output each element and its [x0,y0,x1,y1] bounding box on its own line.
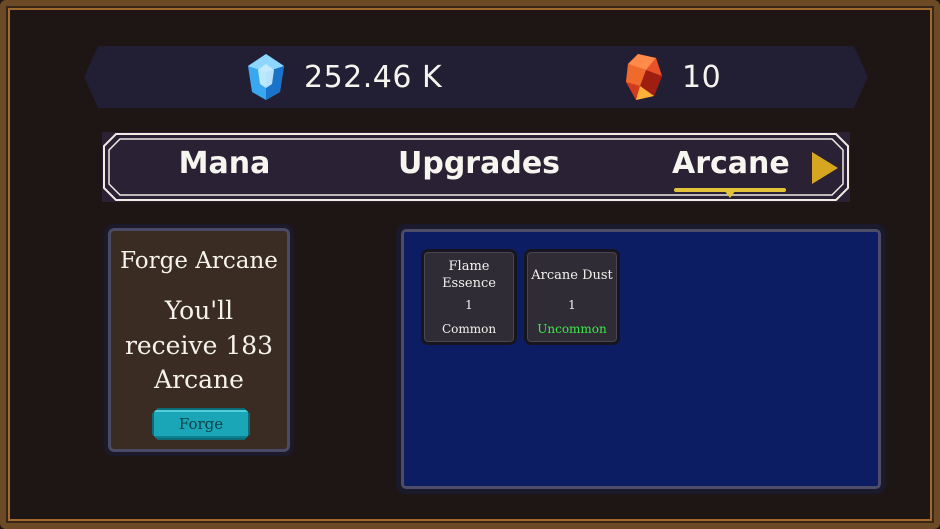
blue-crystal-icon [246,52,286,102]
next-tab-arrow-icon[interactable] [810,150,840,186]
forge-reward-line-2: receive 183 [124,331,274,360]
arcane-amount: 10 [682,59,722,95]
item-quantity: 1 [465,298,473,312]
item-card-arcane-dust[interactable]: Arcane Dust 1 Uncommon [524,249,620,345]
forge-button[interactable]: Forge [152,408,250,440]
mana-currency: 252.46 K [246,46,442,108]
red-gem-icon [624,52,664,102]
item-name: Arcane Dust [531,268,613,283]
forge-title: Forge Arcane [120,248,278,274]
inventory-panel: Flame Essence 1 Common Arcane Dust 1 Unc… [396,224,886,494]
arcane-currency: 10 [624,46,721,108]
forge-reward-line-3: Arcane [154,365,244,394]
item-rarity: Common [441,322,497,336]
forge-panel: Forge Arcane You'll receive 183 Arcane F… [104,224,294,456]
tab-mana[interactable]: Mana [172,146,277,186]
item-quantity: 1 [568,298,576,312]
item-card-flame-essence[interactable]: Flame Essence 1 Common [421,249,517,345]
currency-bar: 252.46 K 10 [84,46,868,108]
forge-reward-line-1: You'll [164,296,234,325]
item-rarity: Uncommon [537,322,607,336]
tab-arcane[interactable]: Arcane [672,146,790,186]
tab-upgrades[interactable]: Upgrades [398,146,560,186]
item-name: Flame Essence [442,259,496,291]
mana-amount: 252.46 K [304,59,443,95]
tab-bar: Mana Upgrades Arcane [102,132,850,202]
game-frame: 252.46 K 10 Mana Upgrades Arcane Forge A… [0,0,940,529]
